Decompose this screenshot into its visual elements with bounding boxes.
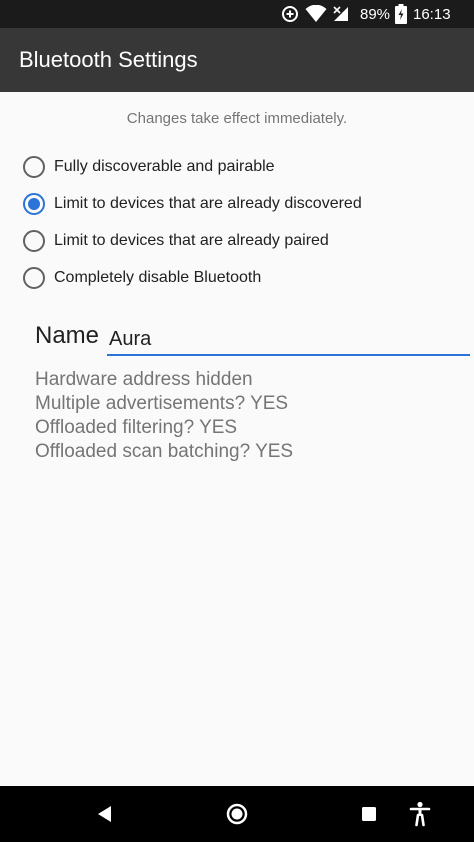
radio-option-label: Limit to devices that are already discov… (54, 195, 362, 212)
radio-button[interactable] (23, 267, 45, 289)
clock: 16:13 (413, 5, 451, 23)
radio-button-selected[interactable] (23, 193, 45, 215)
bluetooth-info: Hardware address hidden Multiple adverti… (35, 368, 293, 464)
data-saver-icon (281, 0, 299, 28)
settings-content: Changes take effect immediately. Fully d… (0, 92, 474, 786)
info-multiple-advertisements: Multiple advertisements? YES (35, 393, 289, 414)
radio-option-label: Completely disable Bluetooth (54, 269, 262, 286)
battery-percent: 89% (360, 5, 391, 23)
info-hardware-address: Hardware address hidden (35, 369, 253, 390)
battery-charging-icon (395, 0, 407, 28)
radio-option-label: Limit to devices that are already paired (54, 232, 329, 249)
radio-option-fully-discoverable[interactable]: Fully discoverable and pairable (23, 152, 275, 182)
app-bar: Bluetooth Settings (0, 28, 474, 92)
wifi-icon (305, 0, 327, 28)
radio-option-label: Fully discoverable and pairable (54, 158, 275, 175)
no-signal-icon (332, 0, 350, 28)
home-icon[interactable] (222, 786, 252, 842)
back-icon[interactable] (90, 786, 120, 842)
hint-text: Changes take effect immediately. (126, 110, 348, 127)
device-name-input[interactable] (107, 324, 470, 356)
radio-option-disable-bluetooth[interactable]: Completely disable Bluetooth (23, 263, 261, 293)
info-offloaded-filtering: Offloaded filtering? YES (35, 417, 238, 438)
device-name-label: Name (35, 322, 100, 349)
recents-icon[interactable] (354, 786, 384, 842)
page-title: Bluetooth Settings (19, 47, 198, 72)
radio-option-limit-paired[interactable]: Limit to devices that are already paired (23, 226, 329, 256)
status-bar: 89% 16:13 (0, 0, 474, 28)
device-name-row: Name (35, 322, 470, 358)
radio-button[interactable] (23, 230, 45, 252)
navigation-bar (0, 786, 474, 842)
accessibility-icon[interactable] (405, 786, 435, 842)
radio-option-limit-discovered[interactable]: Limit to devices that are already discov… (23, 189, 362, 219)
info-offloaded-scan-batching: Offloaded scan batching? YES (35, 441, 294, 462)
radio-button[interactable] (23, 156, 45, 178)
